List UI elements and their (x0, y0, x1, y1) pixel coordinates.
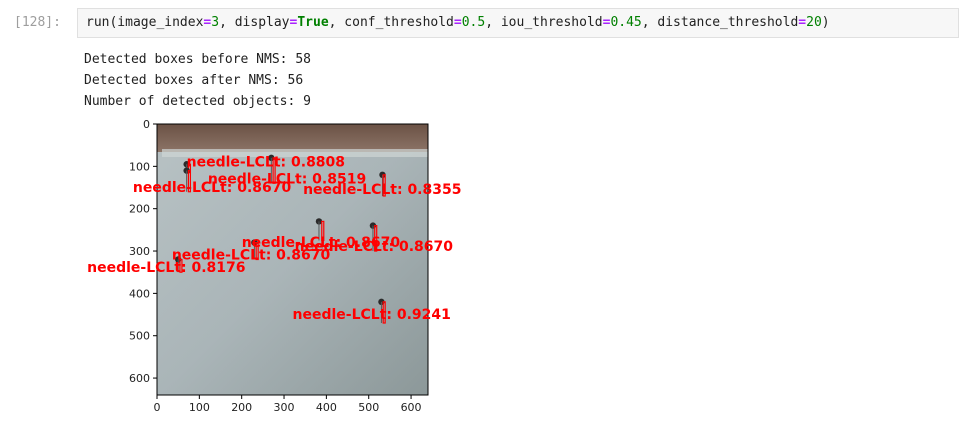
detection-plot: needle-LCLt: 0.8808needle-LCLt: 0.8519ne… (87, 118, 461, 414)
x-tick-label: 0 (154, 401, 161, 414)
execution-count: [128]: (14, 15, 61, 30)
code-param: , iou_threshold (485, 15, 603, 30)
code-line: run(image_index = 3, display = True, conf_th… (86, 15, 830, 30)
y-tick-label: 100 (129, 160, 150, 173)
code-param: , display (219, 15, 290, 30)
y-axis: 0 100 200 300 400 500 600 (129, 118, 157, 385)
y-tick-label: 200 (129, 203, 150, 216)
code-keyword: True (297, 15, 329, 30)
y-tick-label: 300 (129, 245, 150, 258)
code-eq: = (798, 15, 807, 30)
notebook-cell: [128]: run(image_index=3, display=True, … (0, 0, 966, 427)
output-line: Number of detected objects: 9 (84, 94, 311, 109)
x-tick-label: 300 (274, 401, 295, 414)
x-axis: 0 100 200 300 400 500 600 (154, 395, 422, 414)
x-tick-label: 400 (316, 401, 337, 414)
y-tick-label: 600 (129, 372, 150, 385)
code-num: 0.45 (610, 15, 642, 30)
y-tick-label: 0 (143, 118, 150, 131)
detection-label: needle-LCLt: 0.8176 (87, 260, 245, 276)
output-line: Detected boxes before NMS: 58 (84, 52, 311, 67)
x-tick-label: 600 (401, 401, 422, 414)
output-figure: needle-LCLt: 0.8808 needle-LCLt: 0.8519 ne… (80, 112, 480, 422)
code-fn: run(image_index (86, 15, 204, 30)
detection-label: needle-LCLt: 0.9241 (293, 307, 451, 323)
x-tick-label: 200 (231, 401, 252, 414)
y-tick-label: 500 (129, 330, 150, 343)
code-num: 20 (806, 15, 822, 30)
code-eq: = (453, 15, 462, 30)
photo-top-strip (157, 124, 428, 152)
detection-label: needle-LCLt: 0.8670 (133, 180, 292, 196)
code-param: , distance_threshold (641, 15, 799, 30)
code-end: ) (821, 15, 830, 30)
y-tick-label: 400 (129, 287, 150, 300)
detection-label: needle-LCLt: 0.8808 (187, 154, 345, 170)
output-line: Detected boxes after NMS: 56 (84, 73, 304, 88)
x-tick-label: 500 (358, 401, 379, 414)
code-param: , conf_threshold (328, 15, 454, 30)
x-tick-label: 100 (189, 401, 210, 414)
code-num: 3 (211, 15, 220, 30)
code-input[interactable]: run(image_index = 3, display = True, conf_th… (77, 8, 959, 38)
code-num: 0.5 (461, 15, 486, 30)
detection-label: needle-LCLt: 0.8355 (303, 182, 461, 198)
